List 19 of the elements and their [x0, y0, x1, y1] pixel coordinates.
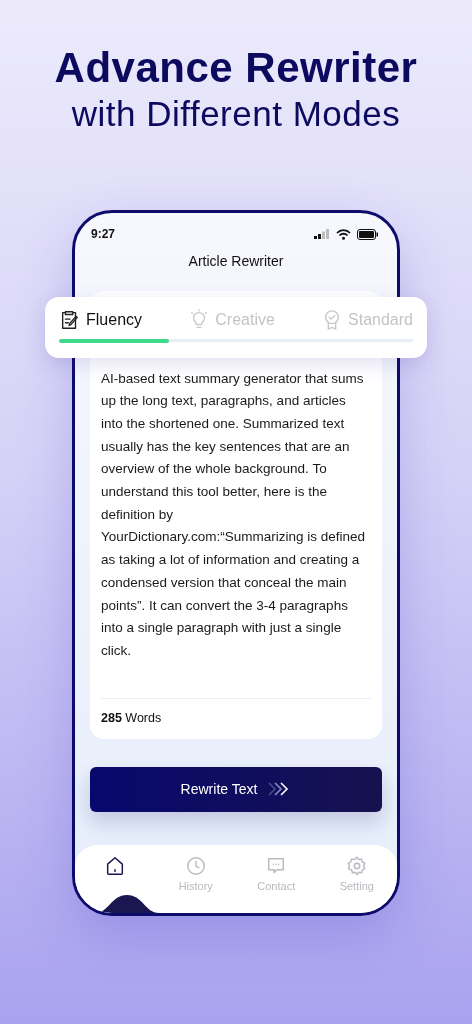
wifi-icon [336, 228, 351, 240]
nav-item[interactable]: Contact [246, 855, 307, 892]
nav-item[interactable]: History [165, 855, 226, 892]
word-count: 285 Words [101, 697, 371, 739]
status-time: 9:27 [91, 227, 116, 241]
headline-title: Advance Rewriter [54, 44, 418, 92]
signal-icon [314, 229, 330, 239]
mode-tab[interactable]: Fluency [59, 309, 143, 331]
clock-icon [184, 855, 207, 877]
note-edit-icon [59, 309, 81, 331]
headline-subtitle: with Different Modes [71, 94, 401, 134]
mode-tab[interactable]: Standard [321, 309, 413, 331]
article-text: AI-based text summary generator that sums up the long text, paragraphs, and articles into the shortened one. Summarized text usually has the key sentences that are an overview of the whole background. To understand this tool better, here is the definition by YourDictionary.com:“Summarizing is defined as taking a lot of information and creating a condensed version that conceal the main points”. It can convert the 3-4 paragraphs into a single paragraph with just a single click. [100, 369, 367, 660]
screen-title: Article Rewriter [187, 253, 285, 269]
rewrite-button[interactable]: Rewrite Text [90, 766, 382, 812]
nav-item[interactable]: Setting [326, 855, 387, 892]
mode-tab[interactable]: Creative [188, 309, 275, 331]
battery-icon [357, 228, 379, 240]
settings-icon [345, 855, 368, 877]
